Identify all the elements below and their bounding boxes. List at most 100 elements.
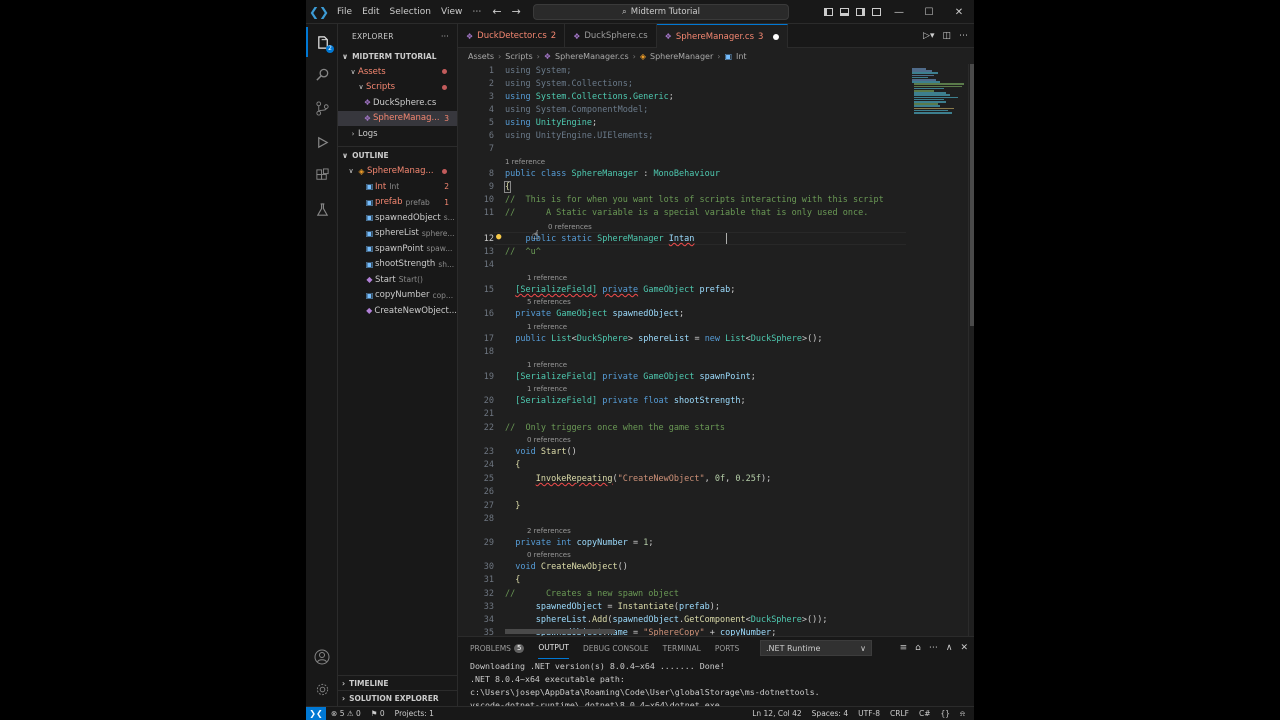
codelens-references[interactable]: 0 references	[548, 223, 592, 232]
remote-indicator-icon[interactable]: ❯❮	[306, 706, 326, 720]
breadcrumb-item[interactable]: SphereManager	[650, 52, 713, 61]
field-icon: ▣	[365, 213, 374, 223]
menu-view[interactable]: View	[436, 0, 467, 24]
codelens-references[interactable]: 0 references	[527, 551, 571, 560]
tab-ducksphere[interactable]: ❖ DuckSphere.cs	[565, 24, 657, 48]
codelens-references[interactable]: 1 reference	[527, 385, 567, 394]
bell-icon[interactable]: ⍾	[955, 709, 970, 719]
breadcrumb-item[interactable]: SphereManager.cs	[555, 52, 629, 61]
outline-item-class[interactable]: ∨ ◈ SphereManag...	[338, 164, 457, 180]
command-center-search[interactable]: ⌕ Midterm Tutorial	[533, 4, 789, 20]
scrollbar-thumb[interactable]	[970, 64, 974, 326]
breadcrumb-item[interactable]: Assets	[468, 52, 494, 61]
search-icon[interactable]	[306, 59, 338, 89]
codelens-references[interactable]: 1 reference	[505, 158, 545, 167]
timeline-section[interactable]: › TIMELINE	[338, 675, 458, 690]
horizontal-scrollbar[interactable]	[505, 629, 615, 634]
extensions-icon[interactable]	[306, 160, 338, 190]
maximize-button[interactable]: ☐	[914, 0, 944, 24]
line-number: 34	[483, 615, 494, 625]
tab-output[interactable]: OUTPUT	[538, 637, 569, 659]
lock-icon[interactable]: ⌂	[915, 643, 921, 653]
run-debug-icon[interactable]	[306, 127, 338, 157]
toggle-panel-icon[interactable]	[836, 0, 852, 24]
back-arrow-icon[interactable]: ←	[492, 5, 501, 18]
toggle-primary-sidebar-icon[interactable]	[820, 0, 836, 24]
customize-layout-icon[interactable]	[868, 0, 884, 24]
menu-more-icon[interactable]: ⋯	[467, 0, 486, 24]
tab-ports[interactable]: PORTS	[715, 637, 739, 659]
outline-item-spawnpoint[interactable]: ▣ spawnPoint spaw...	[338, 241, 457, 257]
codelens-references[interactable]: 1 reference	[527, 323, 567, 332]
menu-edit[interactable]: Edit	[357, 0, 384, 24]
tree-item-assets[interactable]: ∨ Assets	[338, 64, 457, 80]
code-area[interactable]: using System; using System.Collections; …	[503, 64, 925, 636]
code-line: // ^u^	[505, 247, 541, 257]
explorer-icon[interactable]: 2	[306, 27, 338, 57]
codelens-references[interactable]: 5 references	[527, 298, 571, 307]
projects-status[interactable]: Projects: 1	[390, 709, 439, 718]
codelens-references[interactable]: 0 references	[527, 436, 571, 445]
menu-file[interactable]: File	[332, 0, 357, 24]
end-of-line[interactable]: CRLF	[885, 709, 914, 718]
outline-item-prefab[interactable]: ▣ prefab prefab 1	[338, 195, 457, 211]
tab-duckdetector[interactable]: ❖ DuckDetector.cs 2	[458, 24, 566, 48]
maximize-panel-icon[interactable]: ∧	[946, 643, 953, 653]
outline-item-shootstrength[interactable]: ▣ shootStrength sh...	[338, 257, 457, 273]
tab-spheremanager[interactable]: ❖ SphereManager.cs 3	[656, 24, 789, 48]
outline-item-copynumber[interactable]: ▣ copyNumber cop...	[338, 288, 457, 304]
tab-terminal[interactable]: TERMINAL	[663, 637, 701, 659]
outline-item-start[interactable]: ◆ Start Start()	[338, 272, 457, 288]
breadcrumb-item[interactable]: Scripts	[505, 52, 532, 61]
account-icon[interactable]	[306, 642, 338, 672]
filter-list-icon[interactable]: ≡	[900, 643, 908, 653]
field-icon: ▣	[365, 259, 374, 269]
line-number: 33	[483, 602, 494, 612]
tree-item-logs[interactable]: › Logs	[338, 126, 457, 142]
vertical-scrollbar[interactable]	[968, 64, 974, 636]
info-status[interactable]: ⚑ 0	[366, 709, 390, 718]
run-dropdown-icon[interactable]: ▷▾	[923, 31, 934, 41]
tree-item-spheremanager[interactable]: ❖ SphereManag... 3	[338, 110, 457, 126]
outline-item-spherelist[interactable]: ▣ sphereList sphere...	[338, 226, 457, 242]
solution-explorer-section[interactable]: › SOLUTION EXPLORER	[338, 690, 458, 705]
forward-arrow-icon[interactable]: →	[512, 5, 521, 18]
tree-item-scripts[interactable]: ∨ Scripts	[338, 80, 457, 96]
source-control-icon[interactable]	[306, 93, 338, 123]
output-channel-select[interactable]: .NET Runtime ∨	[760, 640, 872, 656]
language-mode[interactable]: C#	[914, 709, 936, 718]
tree-item-ducksphere[interactable]: ❖ DuckSphere.cs	[338, 95, 457, 111]
split-editor-icon[interactable]: ◫	[942, 31, 951, 41]
outline-item-int[interactable]: ▣ Int Int 2	[338, 179, 457, 195]
tab-debug-console[interactable]: DEBUG CONSOLE	[583, 637, 649, 659]
close-button[interactable]: ✕	[944, 0, 974, 24]
more-actions-icon[interactable]: ⋯	[929, 643, 938, 653]
testing-flask-icon[interactable]	[306, 194, 338, 224]
unsaved-dot-icon[interactable]	[773, 33, 780, 40]
braces-icon[interactable]: {}	[935, 709, 955, 718]
outline-item-createnewobject[interactable]: ◆ CreateNewObject...	[338, 303, 457, 319]
code-line: using System.ComponentModel;	[505, 105, 649, 115]
manage-gear-icon[interactable]	[306, 674, 338, 704]
minimize-button[interactable]: —	[884, 0, 914, 24]
code-editor[interactable]: 1 2 3 4 5 6 7 8 9 10 11 12 13 14 15 16 17 18 19 20 21 22 23 24 2…	[458, 64, 974, 636]
minimap[interactable]	[910, 64, 968, 636]
tab-problems[interactable]: PROBLEMS 5	[470, 637, 525, 659]
codelens-references[interactable]: 2 references	[527, 527, 571, 536]
more-actions-icon[interactable]: ⋯	[959, 31, 968, 41]
encoding[interactable]: UTF-8	[853, 709, 885, 718]
lightbulb-icon[interactable]: ●	[496, 232, 501, 242]
codelens-references[interactable]: 1 reference	[527, 361, 567, 370]
toggle-secondary-sidebar-icon[interactable]	[852, 0, 868, 24]
outline-section[interactable]: ∨ OUTLINE	[338, 145, 457, 164]
codelens-references[interactable]: 1 reference	[527, 274, 567, 283]
outline-item-spawnedobject[interactable]: ▣ spawnedObject s...	[338, 210, 457, 226]
close-panel-icon[interactable]: ✕	[960, 643, 968, 653]
cursor-position[interactable]: Ln 12, Col 42	[747, 709, 806, 718]
indentation[interactable]: Spaces: 4	[807, 709, 853, 718]
menu-selection[interactable]: Selection	[385, 0, 436, 24]
problems-status[interactable]: ⊗ 5 ⚠ 0	[326, 709, 366, 718]
breadcrumb-item[interactable]: Int	[736, 52, 747, 61]
explorer-more-icon[interactable]: ···	[441, 32, 449, 41]
workspace-section[interactable]: ∨ MIDTERM TUTORIAL	[338, 48, 457, 64]
